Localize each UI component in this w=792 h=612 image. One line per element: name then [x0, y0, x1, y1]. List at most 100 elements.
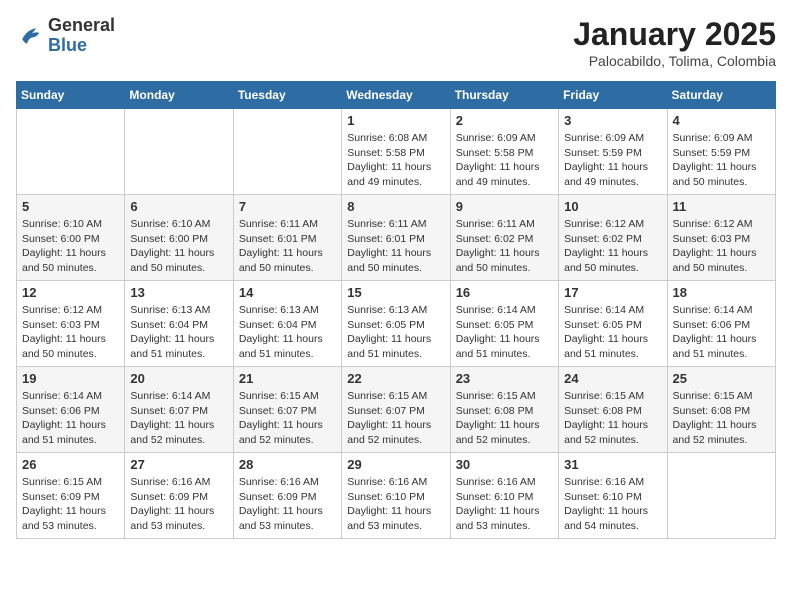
calendar-cell [233, 109, 341, 195]
cell-info: Sunrise: 6:14 AMSunset: 6:06 PMDaylight:… [22, 389, 119, 448]
calendar-cell: 1 Sunrise: 6:08 AMSunset: 5:58 PMDaylight… [342, 109, 450, 195]
calendar-cell: 11Sunrise: 6:12 AMSunset: 6:03 PMDayligh… [667, 195, 775, 281]
cell-info: Sunrise: 6:15 AMSunset: 6:08 PMDaylight:… [456, 389, 553, 448]
day-number: 8 [347, 199, 444, 214]
calendar-cell: 21Sunrise: 6:15 AMSunset: 6:07 PMDayligh… [233, 367, 341, 453]
calendar-cell: 4Sunrise: 6:09 AMSunset: 5:59 PMDaylight… [667, 109, 775, 195]
cell-info: Sunrise: 6:14 AMSunset: 6:05 PMDaylight:… [564, 303, 661, 362]
column-header-tuesday: Tuesday [233, 82, 341, 109]
cell-info: Sunrise: 6:16 AMSunset: 6:09 PMDaylight:… [239, 475, 336, 534]
day-number: 28 [239, 457, 336, 472]
day-number: 11 [673, 199, 770, 214]
day-number: 23 [456, 371, 553, 386]
cell-info: Sunrise: 6:16 AMSunset: 6:09 PMDaylight:… [130, 475, 227, 534]
calendar-cell: 15 Sunrise: 6:13 AMSunset: 6:05 PMDayligh… [342, 281, 450, 367]
month-title: January 2025 [573, 16, 776, 53]
week-row-1: 1 Sunrise: 6:08 AMSunset: 5:58 PMDaylight… [17, 109, 776, 195]
calendar-cell: 30 Sunrise: 6:16 AMSunset: 6:10 PMDayligh… [450, 453, 558, 539]
logo-bird-icon [16, 22, 44, 50]
calendar-cell: 24Sunrise: 6:15 AMSunset: 6:08 PMDayligh… [559, 367, 667, 453]
day-number: 5 [22, 199, 119, 214]
cell-info: Sunrise: 6:08 AMSunset: 5:58 PMDaylight:… [347, 131, 444, 190]
cell-info: Sunrise: 6:15 AMSunset: 6:08 PMDaylight:… [673, 389, 770, 448]
cell-info: Sunrise: 6:10 AMSunset: 6:00 PMDaylight:… [130, 217, 227, 276]
day-number: 3 [564, 113, 661, 128]
day-number: 13 [130, 285, 227, 300]
column-header-friday: Friday [559, 82, 667, 109]
cell-info: Sunrise: 6:09 AMSunset: 5:59 PMDaylight:… [673, 131, 770, 190]
calendar-cell: 17 Sunrise: 6:14 AMSunset: 6:05 PMDayligh… [559, 281, 667, 367]
calendar-cell: 18Sunrise: 6:14 AMSunset: 6:06 PMDayligh… [667, 281, 775, 367]
week-row-4: 19 Sunrise: 6:14 AMSunset: 6:06 PMDayligh… [17, 367, 776, 453]
calendar-cell: 28 Sunrise: 6:16 AMSunset: 6:09 PMDayligh… [233, 453, 341, 539]
logo-blue-text: Blue [48, 35, 87, 55]
cell-info: Sunrise: 6:15 AMSunset: 6:07 PMDaylight:… [239, 389, 336, 448]
column-header-saturday: Saturday [667, 82, 775, 109]
calendar-cell [667, 453, 775, 539]
day-number: 29 [347, 457, 444, 472]
header-row: SundayMondayTuesdayWednesdayThursdayFrid… [17, 82, 776, 109]
calendar-cell [125, 109, 233, 195]
column-header-monday: Monday [125, 82, 233, 109]
day-number: 19 [22, 371, 119, 386]
day-number: 14 [239, 285, 336, 300]
calendar-cell: 10 Sunrise: 6:12 AMSunset: 6:02 PMDayligh… [559, 195, 667, 281]
day-number: 16 [456, 285, 553, 300]
cell-info: Sunrise: 6:13 AMSunset: 6:04 PMDaylight:… [130, 303, 227, 362]
calendar-cell: 19 Sunrise: 6:14 AMSunset: 6:06 PMDayligh… [17, 367, 125, 453]
cell-info: Sunrise: 6:11 AMSunset: 6:01 PMDaylight:… [239, 217, 336, 276]
week-row-3: 12 Sunrise: 6:12 AMSunset: 6:03 PMDayligh… [17, 281, 776, 367]
calendar-cell: 3Sunrise: 6:09 AMSunset: 5:59 PMDaylight… [559, 109, 667, 195]
cell-info: Sunrise: 6:15 AMSunset: 6:07 PMDaylight:… [347, 389, 444, 448]
calendar-cell: 14Sunrise: 6:13 AMSunset: 6:04 PMDayligh… [233, 281, 341, 367]
day-number: 1 [347, 113, 444, 128]
calendar-table: SundayMondayTuesdayWednesdayThursdayFrid… [16, 81, 776, 539]
cell-info: Sunrise: 6:15 AMSunset: 6:08 PMDaylight:… [564, 389, 661, 448]
day-number: 15 [347, 285, 444, 300]
calendar-cell: 8 Sunrise: 6:11 AMSunset: 6:01 PMDaylight… [342, 195, 450, 281]
cell-info: Sunrise: 6:12 AMSunset: 6:02 PMDaylight:… [564, 217, 661, 276]
day-number: 26 [22, 457, 119, 472]
cell-info: Sunrise: 6:16 AMSunset: 6:10 PMDaylight:… [456, 475, 553, 534]
title-block: January 2025 Palocabildo, Tolima, Colomb… [573, 16, 776, 69]
calendar-cell: 16Sunrise: 6:14 AMSunset: 6:05 PMDayligh… [450, 281, 558, 367]
cell-info: Sunrise: 6:12 AMSunset: 6:03 PMDaylight:… [22, 303, 119, 362]
calendar-cell: 5Sunrise: 6:10 AMSunset: 6:00 PMDaylight… [17, 195, 125, 281]
calendar-cell: 27 Sunrise: 6:16 AMSunset: 6:09 PMDayligh… [125, 453, 233, 539]
calendar-cell: 29 Sunrise: 6:16 AMSunset: 6:10 PMDayligh… [342, 453, 450, 539]
calendar-cell: 7Sunrise: 6:11 AMSunset: 6:01 PMDaylight… [233, 195, 341, 281]
cell-info: Sunrise: 6:09 AMSunset: 5:58 PMDaylight:… [456, 131, 553, 190]
column-header-wednesday: Wednesday [342, 82, 450, 109]
cell-info: Sunrise: 6:11 AMSunset: 6:01 PMDaylight:… [347, 217, 444, 276]
calendar-body: 1 Sunrise: 6:08 AMSunset: 5:58 PMDaylight… [17, 109, 776, 539]
day-number: 17 [564, 285, 661, 300]
calendar-cell [17, 109, 125, 195]
cell-info: Sunrise: 6:15 AMSunset: 6:09 PMDaylight:… [22, 475, 119, 534]
day-number: 10 [564, 199, 661, 214]
day-number: 20 [130, 371, 227, 386]
week-row-5: 26 Sunrise: 6:15 AMSunset: 6:09 PMDayligh… [17, 453, 776, 539]
page-header: General Blue January 2025 Palocabildo, T… [16, 16, 776, 69]
calendar-cell: 25 Sunrise: 6:15 AMSunset: 6:08 PMDayligh… [667, 367, 775, 453]
column-header-thursday: Thursday [450, 82, 558, 109]
day-number: 30 [456, 457, 553, 472]
calendar-cell: 31Sunrise: 6:16 AMSunset: 6:10 PMDayligh… [559, 453, 667, 539]
day-number: 9 [456, 199, 553, 214]
logo-general-text: General [48, 15, 115, 35]
day-number: 12 [22, 285, 119, 300]
logo: General Blue [16, 16, 115, 56]
calendar-cell: 9Sunrise: 6:11 AMSunset: 6:02 PMDaylight… [450, 195, 558, 281]
week-row-2: 5 Sunrise: 6:10 AMSunset: 6:00 PMDaylight… [17, 195, 776, 281]
calendar-cell: 26 Sunrise: 6:15 AMSunset: 6:09 PMDayligh… [17, 453, 125, 539]
cell-info: Sunrise: 6:14 AMSunset: 6:07 PMDaylight:… [130, 389, 227, 448]
calendar-cell: 2 Sunrise: 6:09 AMSunset: 5:58 PMDaylight… [450, 109, 558, 195]
day-number: 2 [456, 113, 553, 128]
location-subtitle: Palocabildo, Tolima, Colombia [573, 53, 776, 69]
calendar-cell: 20 Sunrise: 6:14 AMSunset: 6:07 PMDayligh… [125, 367, 233, 453]
cell-info: Sunrise: 6:13 AMSunset: 6:05 PMDaylight:… [347, 303, 444, 362]
day-number: 27 [130, 457, 227, 472]
cell-info: Sunrise: 6:16 AMSunset: 6:10 PMDaylight:… [347, 475, 444, 534]
day-number: 18 [673, 285, 770, 300]
day-number: 25 [673, 371, 770, 386]
calendar-cell: 13 Sunrise: 6:13 AMSunset: 6:04 PMDayligh… [125, 281, 233, 367]
